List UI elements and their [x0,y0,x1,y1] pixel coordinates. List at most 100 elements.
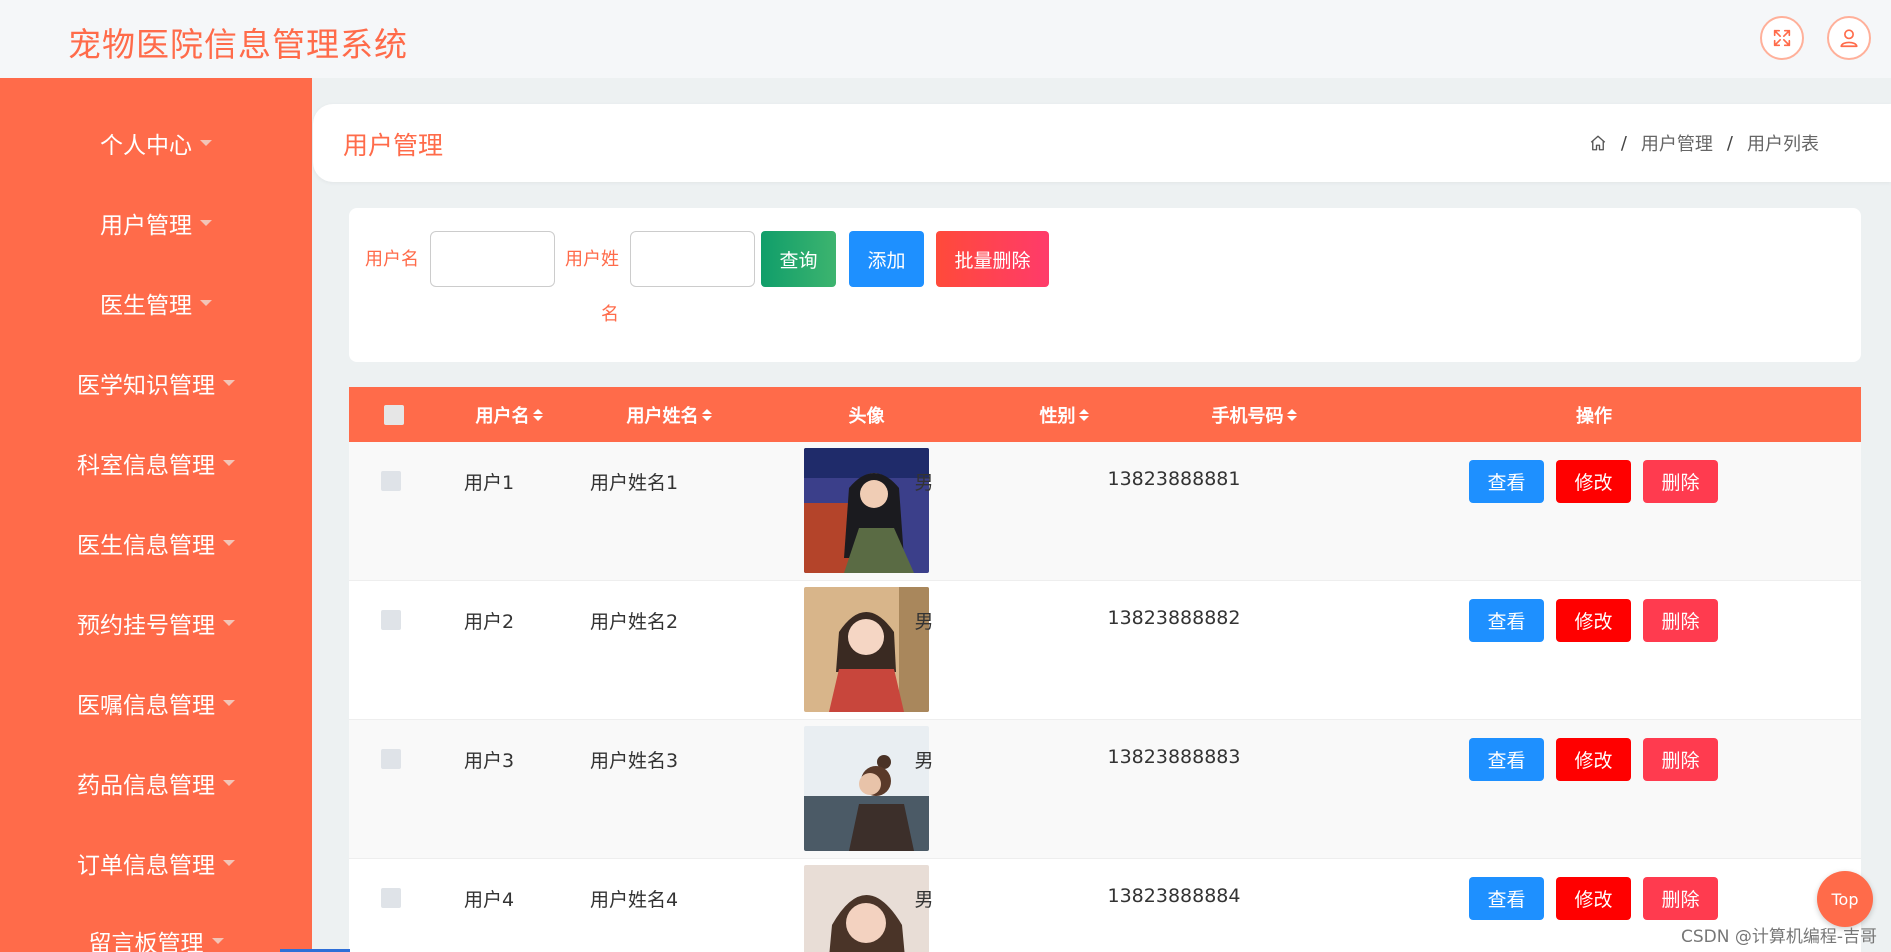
avatar[interactable] [804,448,929,573]
row-checkbox[interactable] [381,610,401,630]
sidebar-item-label: 医生管理 [100,293,192,319]
sidebar-item-personal-center[interactable]: 个人中心 [0,113,312,173]
search-panel: 用户名 用户姓 名 查询 添加 批量删除 [349,208,1861,362]
sidebar-item-medical-orders[interactable]: 医嘱信息管理 [0,673,312,733]
sidebar-item-user-management[interactable]: 用户管理 [0,193,312,253]
select-all-checkbox[interactable] [384,404,404,425]
table-row: 用户3 用户姓名3 男 13823888883 查看 修改 删除 [349,720,1861,859]
select-all-column [374,387,414,442]
sidebar-item-label: 医嘱信息管理 [77,693,215,719]
breadcrumb-separator: / [1726,132,1733,154]
edit-button[interactable]: 修改 [1556,738,1631,781]
caret-down-icon [223,700,235,706]
sidebar-item-order-info[interactable]: 订单信息管理 [0,833,312,893]
batch-delete-button[interactable]: 批量删除 [936,231,1049,287]
realname-input[interactable] [630,231,755,287]
sidebar-item-label: 科室信息管理 [77,453,215,479]
user-button[interactable] [1827,16,1871,60]
page-title: 用户管理 [343,131,444,160]
sort-icon[interactable] [532,408,543,421]
username-cell: 用户3 [463,750,515,772]
delete-button[interactable]: 删除 [1643,877,1718,920]
sidebar-item-label: 医生信息管理 [77,533,215,559]
actions-header: 操作 [1449,387,1739,442]
realname-header[interactable]: 用户姓名 [589,387,749,442]
page-header: 用户管理 / 用户管理 / 用户列表 [313,104,1891,182]
edit-button[interactable]: 修改 [1556,599,1631,642]
gender-cell: 男 [914,889,934,911]
gender-cell: 男 [914,472,934,494]
view-button[interactable]: 查看 [1469,738,1544,781]
username-label: 用户名 [365,249,419,270]
sidebar-item-label: 医学知识管理 [77,373,215,399]
add-button[interactable]: 添加 [849,231,924,287]
caret-down-icon [223,380,235,386]
sort-icon[interactable] [701,408,712,421]
sidebar-item-doctor-info[interactable]: 医生信息管理 [0,513,312,573]
user-table: 用户名 用户姓名 头像 性别 手机号码 操作 用户1 用户姓名1 男 13823… [349,387,1861,952]
realname-header-label: 用户姓名 [626,405,699,427]
avatar-header: 头像 [784,387,949,442]
phone-header[interactable]: 手机号码 [1159,387,1349,442]
app-title: 宠物医院信息管理系统 [68,25,408,64]
breadcrumb-item[interactable]: 用户管理 [1641,130,1713,156]
row-checkbox[interactable] [381,471,401,491]
view-button[interactable]: 查看 [1469,460,1544,503]
phone-cell: 13823888881 [1107,468,1241,490]
sidebar-item-message-board[interactable]: 留言板管理 [0,911,312,952]
view-button[interactable]: 查看 [1469,599,1544,642]
sidebar-item-appointment[interactable]: 预约挂号管理 [0,593,312,653]
username-cell: 用户2 [463,611,515,633]
avatar[interactable] [804,726,929,851]
avatar-header-label: 头像 [848,405,885,427]
sidebar-item-label: 药品信息管理 [77,773,215,799]
fullscreen-button[interactable] [1760,16,1804,60]
username-cell: 用户1 [463,472,515,494]
sidebar: 个人中心 用户管理 医生管理 医学知识管理 科室信息管理 医生信息管理 预约挂号… [0,78,312,952]
delete-button[interactable]: 删除 [1643,460,1718,503]
sidebar-item-label: 预约挂号管理 [77,613,215,639]
row-checkbox[interactable] [381,749,401,769]
sidebar-item-medical-knowledge[interactable]: 医学知识管理 [0,353,312,413]
sidebar-item-label: 订单信息管理 [77,853,215,879]
sort-icon[interactable] [1286,408,1297,421]
row-checkbox[interactable] [381,888,401,908]
phone-cell: 13823888883 [1107,746,1241,768]
realname-label-wrap: 名 [601,304,619,325]
delete-button[interactable]: 删除 [1643,738,1718,781]
edit-button[interactable]: 修改 [1556,460,1631,503]
caret-down-icon [223,460,235,466]
sidebar-item-department-info[interactable]: 科室信息管理 [0,433,312,493]
table-row: 用户4 用户姓名4 男 13823888884 查看 修改 删除 [349,859,1861,952]
realname-cell: 用户姓名1 [589,472,679,494]
gender-header[interactable]: 性别 [959,387,1169,442]
caret-down-icon [223,540,235,546]
realname-label: 用户姓 [565,249,619,270]
caret-down-icon [200,140,212,146]
table-row: 用户1 用户姓名1 男 13823888881 查看 修改 删除 [349,442,1861,581]
fullscreen-icon [1773,29,1791,47]
table-row: 用户2 用户姓名2 男 13823888882 查看 修改 删除 [349,581,1861,720]
phone-header-label: 手机号码 [1211,405,1284,427]
caret-down-icon [223,780,235,786]
realname-cell: 用户姓名2 [589,611,679,633]
sidebar-item-doctor-management[interactable]: 医生管理 [0,273,312,333]
user-icon [1840,29,1858,48]
edit-button[interactable]: 修改 [1556,877,1631,920]
sidebar-item-medicine-info[interactable]: 药品信息管理 [0,753,312,813]
gender-cell: 男 [914,750,934,772]
gender-header-label: 性别 [1039,405,1076,427]
view-button[interactable]: 查看 [1469,877,1544,920]
sort-icon[interactable] [1078,408,1089,421]
query-button[interactable]: 查询 [761,231,836,287]
username-header[interactable]: 用户名 [429,387,589,442]
back-to-top-button[interactable]: Top [1817,871,1873,927]
username-input[interactable] [430,231,555,287]
home-icon[interactable] [1589,134,1607,152]
avatar[interactable] [804,587,929,712]
delete-button[interactable]: 删除 [1643,599,1718,642]
breadcrumb-item: 用户列表 [1747,134,1819,155]
top-bar: 宠物医院信息管理系统 [0,0,1891,78]
realname-cell: 用户姓名4 [589,889,679,911]
caret-down-icon [211,938,224,944]
